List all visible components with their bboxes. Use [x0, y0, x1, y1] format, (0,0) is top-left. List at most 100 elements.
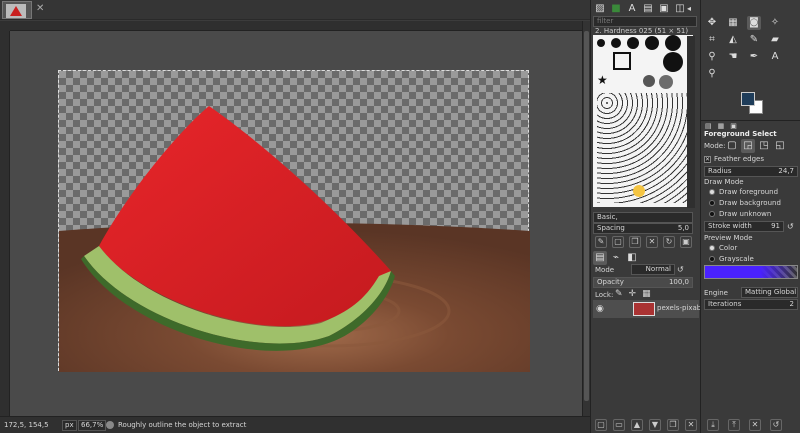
layers-tab-icon[interactable]: ▤	[593, 251, 607, 265]
replace-mode-icon[interactable]: ▢	[725, 139, 739, 153]
watermelon-photo	[59, 106, 530, 372]
unit-select[interactable]: px	[62, 420, 77, 431]
selected-brush[interactable]	[613, 52, 631, 70]
canvas-area[interactable]	[10, 31, 582, 416]
draw-mode-option[interactable]: Draw unknown	[709, 208, 781, 219]
close-icon[interactable]: ✕	[36, 4, 46, 14]
smudge-tool-icon[interactable]: ☚	[726, 50, 740, 64]
draw-mode-radio[interactable]	[709, 199, 715, 206]
ruler-corner[interactable]	[0, 21, 10, 31]
clone-tool-icon[interactable]: ⚲	[705, 50, 719, 64]
image-layer[interactable]	[58, 70, 530, 372]
preview-mode-radio[interactable]	[709, 255, 715, 262]
open-as-image-icon[interactable]: ▣	[680, 236, 692, 248]
text-tool-icon[interactable]: A	[768, 50, 782, 64]
delete-brush-icon[interactable]: ✕	[646, 236, 658, 248]
draw-mode-radio[interactable]	[709, 210, 715, 217]
intersect-mode-icon[interactable]: ◱	[773, 139, 787, 153]
add-mode-icon[interactable]: ◲	[741, 139, 755, 153]
vertical-ruler[interactable]	[0, 31, 10, 416]
new-brush-icon[interactable]: ▢	[612, 236, 624, 248]
document-tab-icon[interactable]: ▤	[641, 2, 655, 16]
lock-pixels-icon[interactable]: ✎	[615, 289, 623, 299]
brush-preset-select[interactable]: Basic,	[593, 212, 693, 223]
image-tab[interactable]	[2, 1, 32, 19]
delete-options-icon[interactable]: ✕	[749, 419, 761, 431]
reset-options-icon[interactable]: ↺	[770, 419, 782, 431]
brushes-layers-dock: ▨ ■ A ▤ ▣ ◫ ◂ filter 2. Hardness 025 (51…	[590, 0, 717, 433]
save-options-icon[interactable]: ⤓	[707, 419, 719, 431]
zoom-tool-icon[interactable]: ⚲	[705, 67, 719, 81]
opacity-field[interactable]: Opacity 100,0	[593, 277, 693, 288]
brush-filter-input[interactable]: filter	[593, 16, 697, 27]
zoom-select[interactable]: 66,7%	[78, 420, 107, 431]
visibility-eye-icon[interactable]: ◉	[596, 304, 604, 314]
radius-label: Radius	[708, 167, 732, 175]
spacing-field[interactable]: Spacing 5,0	[593, 223, 693, 234]
lock-position-icon[interactable]: ✛	[629, 289, 637, 299]
horizontal-ruler[interactable]	[10, 21, 582, 31]
layer-mode-select[interactable]: Normal	[631, 264, 675, 275]
font-tab-icon[interactable]: A	[625, 2, 639, 16]
lock-label: Lock:	[595, 291, 614, 299]
new-layer-icon[interactable]: ▢	[595, 419, 607, 431]
engine-select[interactable]: Matting Global	[741, 287, 798, 298]
edit-brush-icon[interactable]: ✎	[595, 236, 607, 248]
channels-tab-icon[interactable]: ◫	[673, 2, 687, 16]
foreground-select-tool-icon[interactable]: ◙	[747, 16, 761, 30]
undo-history-tab-icon[interactable]: ▣	[657, 2, 671, 16]
preview-mode-option[interactable]: Grayscale	[709, 253, 754, 264]
foreground-color-swatch[interactable]	[741, 92, 755, 106]
mode-reset-icon[interactable]: ↺	[677, 265, 684, 274]
feather-row[interactable]: ✕ Feather edges	[704, 155, 764, 163]
dock-menu-icon[interactable]: ◂	[687, 4, 691, 13]
bucket-fill-tool-icon[interactable]: ◭	[726, 33, 740, 47]
restore-options-icon[interactable]: ⤒	[728, 419, 740, 431]
opacity-label: Opacity	[597, 278, 624, 286]
subtract-mode-icon[interactable]: ◳	[757, 139, 771, 153]
new-group-icon[interactable]: ▭	[613, 419, 625, 431]
brush-tab-icon[interactable]: ▨	[593, 2, 607, 16]
star-brush-icon[interactable]: ★	[597, 73, 608, 87]
move-tool-icon[interactable]: ✥	[705, 16, 719, 30]
radius-field[interactable]: Radius 24,7	[704, 166, 798, 177]
draw-mode-option[interactable]: Draw background	[709, 197, 781, 208]
tool-options-title: Foreground Select	[704, 130, 777, 138]
brush-grid[interactable]: ★	[593, 35, 693, 207]
draw-mode-option[interactable]: Draw foreground	[709, 186, 781, 197]
images-tab-icon[interactable]: ▣	[730, 122, 737, 130]
preview-mode-option[interactable]: Color	[709, 242, 754, 253]
paths-tab-icon[interactable]: ⌁	[609, 251, 623, 265]
crop-tool-icon[interactable]: ⌗	[705, 33, 719, 47]
eraser-tool-icon[interactable]: ▰	[768, 33, 782, 47]
lower-layer-icon[interactable]: ▼	[649, 419, 661, 431]
lock-alpha-icon[interactable]: ▦	[642, 289, 651, 299]
path-tool-icon[interactable]: ✒	[747, 50, 761, 64]
tool-options-tab-icon[interactable]: ▤	[705, 122, 712, 130]
align-tool-icon[interactable]: ▦	[726, 16, 740, 30]
vertical-scrollbar[interactable]	[582, 21, 590, 416]
raise-layer-icon[interactable]: ▲	[631, 419, 643, 431]
duplicate-brush-icon[interactable]: ❐	[629, 236, 641, 248]
preview-mode-radio[interactable]	[709, 244, 715, 251]
stroke-width-field[interactable]: Stroke width 91	[704, 221, 784, 232]
duplicate-layer-icon[interactable]: ❐	[667, 419, 679, 431]
draw-mode-radio[interactable]	[709, 188, 715, 195]
refresh-brushes-icon[interactable]: ↻	[663, 236, 675, 248]
channels-icon[interactable]: ◧	[625, 251, 639, 265]
layer-row[interactable]: ◉ pexels-pixabay-2	[593, 300, 717, 318]
paintbrush-tool-icon[interactable]: ✎	[747, 33, 761, 47]
brush-scrollbar[interactable]	[687, 36, 695, 208]
pattern-tab-icon[interactable]: ■	[609, 2, 623, 16]
status-bar: 172,5, 154,5 px 66,7% Roughly outline th…	[0, 416, 590, 433]
mask-color-swatch[interactable]	[704, 265, 798, 279]
device-status-tab-icon[interactable]: ▦	[718, 122, 725, 130]
iterations-field[interactable]: Iterations 2	[704, 299, 798, 310]
layer-dock-tabs: ▤ ⌁ ◧	[593, 251, 639, 265]
preview-mode-label: Preview Mode	[704, 234, 753, 242]
delete-layer-icon[interactable]: ✕	[685, 419, 697, 431]
stroke-width-reset-icon[interactable]: ↺	[787, 222, 794, 231]
fuzzy-select-tool-icon[interactable]: ✧	[768, 16, 782, 30]
draw-mode-option-label: Draw unknown	[719, 209, 772, 218]
feather-checkbox[interactable]: ✕	[704, 155, 711, 163]
